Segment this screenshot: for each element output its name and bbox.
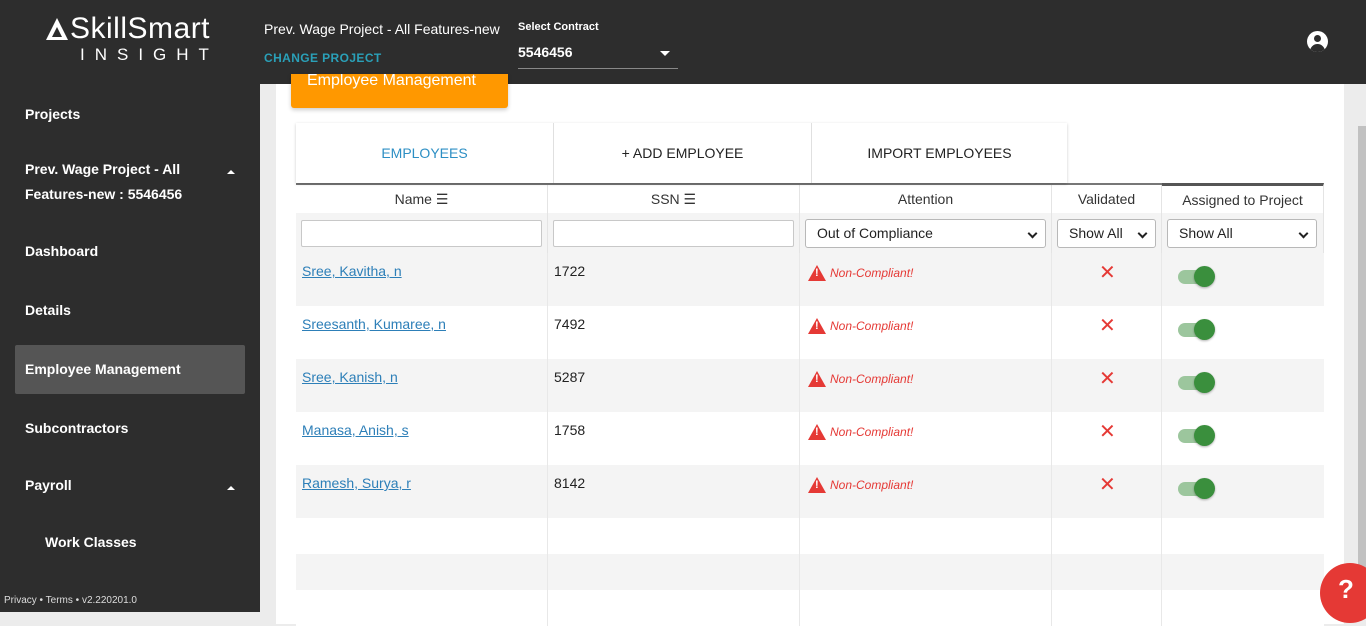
- close-icon: ✕: [1099, 474, 1116, 496]
- assigned-filter-value: Show All: [1179, 225, 1233, 241]
- sidebar-item-subcontractors[interactable]: Subcontractors: [25, 420, 128, 436]
- status-badge: Non-Compliant!: [808, 371, 913, 387]
- table-row: Manasa, Anish, s 1758 Non-Compliant! ✕: [296, 412, 1324, 465]
- close-icon: ✕: [1099, 368, 1116, 390]
- employee-name-link[interactable]: Sreesanth, Kumaree, n: [302, 316, 446, 332]
- section-tab-label: Employee Management: [307, 74, 476, 89]
- employee-tabs: EMPLOYEES + ADD EMPLOYEE IMPORT EMPLOYEE…: [296, 123, 1067, 183]
- empty-row: [296, 554, 1324, 590]
- project-name: Prev. Wage Project - All Features-new: [264, 21, 500, 37]
- employee-name-link[interactable]: Sree, Kavitha, n: [302, 263, 402, 279]
- status-badge: Non-Compliant!: [808, 477, 913, 493]
- column-header-ssn[interactable]: SSN ☰: [548, 185, 800, 213]
- sidebar-item-details[interactable]: Details: [25, 302, 71, 318]
- footer-links[interactable]: Privacy • Terms • v2.220201.0: [4, 595, 137, 606]
- attention-filter-value: Out of Compliance: [817, 225, 933, 241]
- column-header-attention[interactable]: Attention: [800, 185, 1052, 213]
- warning-icon: [808, 371, 826, 387]
- empty-row: [296, 590, 1324, 626]
- employee-ssn: 5287: [554, 369, 586, 385]
- employee-name-link[interactable]: Sree, Kanish, n: [302, 369, 398, 385]
- employee-table: Name ☰ SSN ☰ Attention Validated Assigne…: [296, 183, 1324, 626]
- sidebar-item-projects[interactable]: Projects: [25, 106, 80, 122]
- chevron-down-icon: [1027, 228, 1038, 238]
- help-icon: ?: [1338, 574, 1354, 604]
- warning-icon: [808, 424, 826, 440]
- change-project-link[interactable]: CHANGE PROJECT: [264, 51, 382, 65]
- warning-icon: [808, 318, 826, 334]
- status-text: Non-Compliant!: [830, 319, 914, 333]
- section-tab-employee-management: Employee Management: [291, 74, 508, 108]
- status-text: Non-Compliant!: [830, 266, 914, 280]
- employee-ssn: 1758: [554, 422, 586, 438]
- sidebar-item-dashboard[interactable]: Dashboard: [25, 243, 98, 259]
- logo-sub-text: INSIGHT: [80, 45, 219, 64]
- sidebar: Projects Prev. Wage Project - All Featur…: [0, 84, 260, 612]
- column-header-validated[interactable]: Validated: [1052, 185, 1162, 213]
- assigned-toggle[interactable]: [1178, 478, 1215, 499]
- validated-filter-value: Show All: [1069, 225, 1123, 241]
- assigned-toggle[interactable]: [1178, 425, 1215, 446]
- table-row: Sreesanth, Kumaree, n 7492 Non-Compliant…: [296, 306, 1324, 359]
- sidebar-item-employee-management[interactable]: Employee Management: [25, 361, 181, 377]
- account-circle-icon[interactable]: [1307, 31, 1328, 52]
- chevron-down-icon: [1298, 228, 1309, 238]
- sidebar-item-work-classes[interactable]: Work Classes: [45, 534, 137, 550]
- close-icon: ✕: [1099, 262, 1116, 284]
- attention-filter-select[interactable]: Out of Compliance: [805, 218, 1046, 248]
- status-badge: Non-Compliant!: [808, 424, 913, 440]
- status-text: Non-Compliant!: [830, 372, 914, 386]
- column-header-assigned[interactable]: Assigned to Project: [1162, 183, 1324, 214]
- chevron-down-icon: [1137, 228, 1148, 238]
- name-filter-input[interactable]: [301, 219, 542, 247]
- chevron-up-icon[interactable]: [227, 486, 235, 490]
- contract-select[interactable]: 5546456: [518, 40, 678, 69]
- empty-row: [296, 518, 1324, 554]
- column-header-name[interactable]: Name ☰: [296, 185, 548, 213]
- table-row: Ramesh, Surya, r 8142 Non-Compliant! ✕: [296, 465, 1324, 518]
- contract-label: Select Contract: [518, 21, 599, 33]
- contract-value: 5546456: [518, 44, 573, 60]
- table-header: Name ☰ SSN ☰ Attention Validated Assigne…: [296, 183, 1324, 214]
- tab-import-employees[interactable]: IMPORT EMPLOYEES: [812, 123, 1067, 183]
- caret-down-icon: [660, 51, 670, 56]
- top-bar: SkillSmart INSIGHT Prev. Wage Project - …: [0, 0, 1366, 84]
- chevron-up-icon[interactable]: [227, 170, 235, 174]
- status-text: Non-Compliant!: [830, 425, 914, 439]
- sidebar-item-project-title[interactable]: Prev. Wage Project - All: [25, 161, 180, 177]
- sidebar-item-payroll[interactable]: Payroll: [25, 477, 72, 493]
- warning-icon: [808, 265, 826, 281]
- sidebar-item-project-subtitle[interactable]: Features-new : 5546456: [25, 186, 182, 202]
- employee-ssn: 8142: [554, 475, 586, 491]
- assigned-filter-select[interactable]: Show All: [1167, 218, 1317, 248]
- logo-main-text: SkillSmart: [70, 12, 211, 45]
- warning-icon: [808, 477, 826, 493]
- assigned-toggle[interactable]: [1178, 372, 1215, 393]
- filter-row: Out of Compliance Show All Show All: [296, 213, 1324, 253]
- status-badge: Non-Compliant!: [808, 265, 913, 281]
- status-text: Non-Compliant!: [830, 478, 914, 492]
- ssn-filter-input[interactable]: [553, 219, 794, 247]
- assigned-toggle[interactable]: [1178, 266, 1215, 287]
- page-scrollbar[interactable]: [1358, 126, 1366, 612]
- employee-ssn: 7492: [554, 316, 586, 332]
- skillsmart-logo[interactable]: SkillSmart INSIGHT: [46, 14, 226, 65]
- employee-name-link[interactable]: Manasa, Anish, s: [302, 422, 409, 438]
- validated-filter-select[interactable]: Show All: [1057, 218, 1156, 248]
- close-icon: ✕: [1099, 421, 1116, 443]
- employee-ssn: 1722: [554, 263, 586, 279]
- assigned-toggle[interactable]: [1178, 319, 1215, 340]
- tab-add-employee[interactable]: + ADD EMPLOYEE: [554, 123, 812, 183]
- table-row: Sree, Kanish, n 5287 Non-Compliant! ✕: [296, 359, 1324, 412]
- status-badge: Non-Compliant!: [808, 318, 913, 334]
- close-icon: ✕: [1099, 315, 1116, 337]
- logo-triangle-icon: [46, 18, 68, 40]
- employee-name-link[interactable]: Ramesh, Surya, r: [302, 475, 411, 491]
- tab-employees[interactable]: EMPLOYEES: [296, 123, 554, 183]
- table-row: Sree, Kavitha, n 1722 Non-Compliant! ✕: [296, 253, 1324, 306]
